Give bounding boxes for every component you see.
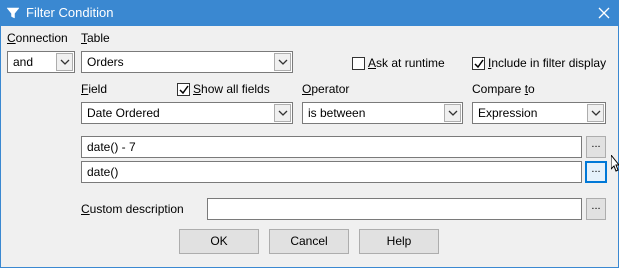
compare-to-value: Expression xyxy=(478,106,538,120)
custom-description-input[interactable] xyxy=(207,198,582,220)
checkmark-icon xyxy=(474,59,484,69)
close-button[interactable] xyxy=(590,0,618,26)
window-title: Filter Condition xyxy=(26,5,114,20)
expression-from-value: date() - 7 xyxy=(87,140,136,154)
operator-dropdown[interactable]: is between xyxy=(302,102,463,124)
table-label: Table xyxy=(81,31,110,45)
help-button[interactable]: Help xyxy=(359,229,439,254)
table-dropdown[interactable]: Orders xyxy=(81,51,293,73)
custom-description-label: Custom description xyxy=(81,202,184,216)
title-bar: Filter Condition xyxy=(0,0,619,26)
mouse-cursor-icon xyxy=(610,153,619,176)
expression-from-input[interactable]: date() - 7 xyxy=(81,136,582,158)
cancel-button[interactable]: Cancel xyxy=(269,229,349,254)
operator-value: is between xyxy=(308,106,366,120)
chevron-down-icon[interactable] xyxy=(56,53,73,71)
field-dropdown[interactable]: Date Ordered xyxy=(81,102,293,124)
connection-value: and xyxy=(13,55,34,69)
field-value: Date Ordered xyxy=(87,106,160,120)
include-in-filter-display-checkbox[interactable] xyxy=(472,57,485,70)
expression-from-builder-button[interactable]: ... xyxy=(586,136,606,158)
chevron-down-icon[interactable] xyxy=(444,104,461,122)
chevron-down-icon[interactable] xyxy=(274,53,291,71)
compare-to-label: Compare to xyxy=(472,82,535,96)
expression-to-builder-button[interactable]: ... xyxy=(585,161,607,183)
chevron-down-icon[interactable] xyxy=(587,104,604,122)
show-all-fields-checkbox[interactable] xyxy=(177,83,190,96)
show-all-fields-label[interactable]: Show all fields xyxy=(193,82,270,96)
expression-to-value: date() xyxy=(87,165,119,179)
table-value: Orders xyxy=(87,55,124,69)
ask-at-runtime-label[interactable]: Ask at runtime xyxy=(368,56,445,70)
field-label: Field xyxy=(81,82,108,96)
compare-to-dropdown[interactable]: Expression xyxy=(472,102,606,124)
expression-to-input[interactable]: date() xyxy=(81,161,582,183)
connection-label: Connection xyxy=(7,31,68,45)
operator-label: Operator xyxy=(302,82,350,96)
checkmark-icon xyxy=(179,85,189,95)
ok-button[interactable]: OK xyxy=(179,229,259,254)
connection-dropdown[interactable]: and xyxy=(7,51,75,73)
custom-description-builder-button[interactable]: ... xyxy=(586,198,606,220)
include-in-filter-display-label[interactable]: Include in filter display xyxy=(488,56,606,70)
filter-funnel-icon xyxy=(5,5,21,21)
dialog-body: Connection and Table Orders Ask at runti… xyxy=(0,26,619,268)
ask-at-runtime-checkbox[interactable] xyxy=(352,57,365,70)
chevron-down-icon[interactable] xyxy=(274,104,291,122)
